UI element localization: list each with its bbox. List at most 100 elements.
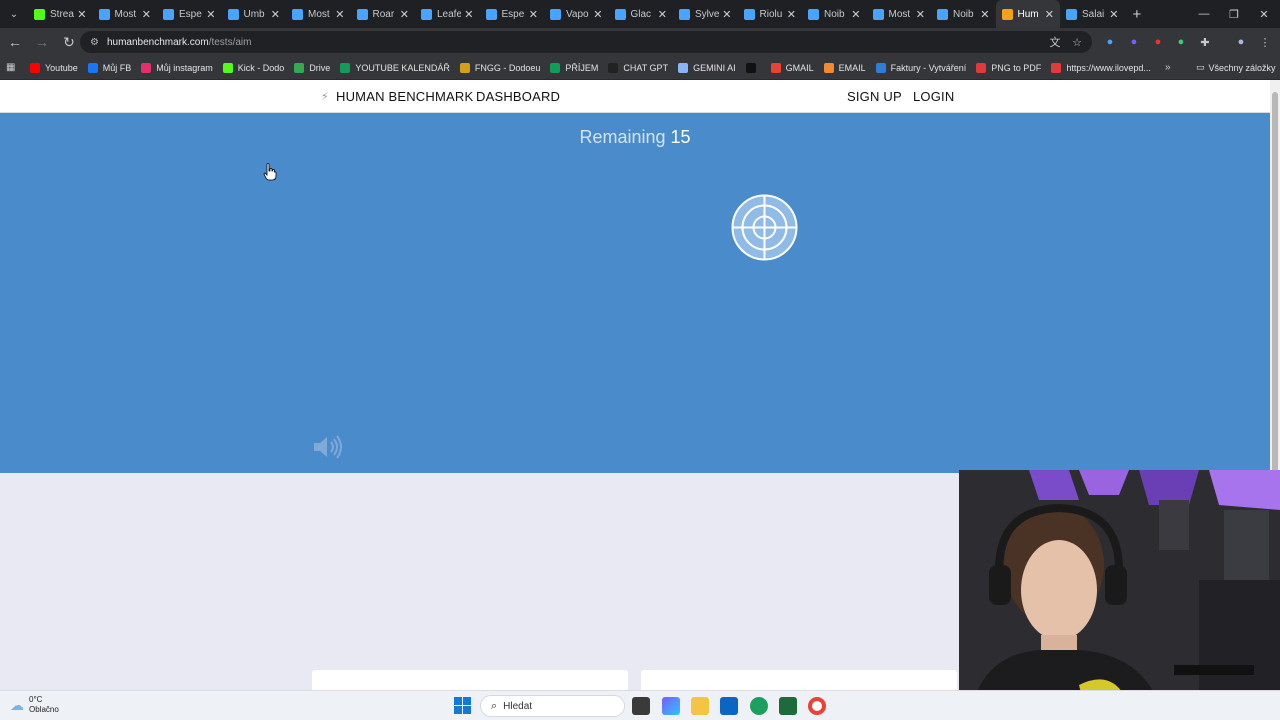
copilot-icon[interactable]	[662, 697, 680, 715]
excel-icon[interactable]	[779, 697, 797, 715]
browser-tab[interactable]: Salai ✕	[1060, 0, 1125, 28]
browser-tab[interactable]: Espe ✕	[157, 0, 222, 28]
bookmark-item[interactable]: YOUTUBE KALENDÁŘ	[340, 62, 450, 73]
extensions-puzzle-icon[interactable]: ✚	[1197, 34, 1213, 50]
browser-tab[interactable]: Glac ✕	[609, 0, 674, 28]
tab-title: Roar	[372, 8, 395, 20]
browser-tab[interactable]: Sylve ✕	[673, 0, 738, 28]
tab-title: Espe	[501, 8, 525, 20]
chrome-icon[interactable]	[808, 697, 826, 715]
bookmark-item[interactable]: https://www.ilovepd...	[1051, 62, 1151, 73]
extension-icon[interactable]: ●	[1173, 34, 1189, 50]
bookmark-item[interactable]: Faktury - Vytváření	[875, 62, 967, 73]
browser-tab[interactable]: Hum ✕	[995, 0, 1060, 28]
dashboard-link[interactable]: DASHBOARD	[476, 89, 560, 104]
bookmark-item[interactable]: CHAT GPT	[608, 62, 668, 73]
taskbar-search[interactable]: ⌕ Hledat	[480, 695, 625, 717]
bookmark-favicon-icon	[823, 62, 834, 73]
bookmark-item[interactable]: GEMINI AI	[678, 62, 736, 73]
browser-tab[interactable]: Most ✕	[93, 0, 158, 28]
bookmark-item[interactable]: EMAIL	[823, 62, 866, 73]
remaining-value: 15	[670, 127, 691, 147]
windows-start-icon[interactable]	[454, 697, 471, 714]
extension-icon[interactable]: ●	[1150, 34, 1166, 50]
browser-tab[interactable]: Most ✕	[867, 0, 932, 28]
tab-search-icon[interactable]: ⌄	[0, 0, 28, 28]
close-tab-icon[interactable]: ✕	[722, 8, 731, 21]
extension-icon[interactable]: ●	[1126, 34, 1142, 50]
browser-tab[interactable]: Noib ✕	[931, 0, 996, 28]
signup-link[interactable]: SIGN UP	[847, 89, 902, 104]
game-icon	[614, 8, 626, 20]
address-bar[interactable]: ⚙ humanbenchmark.com/tests/aim	[80, 31, 1092, 53]
maximize-icon[interactable]: ❐	[1218, 0, 1250, 28]
sound-icon[interactable]	[312, 434, 344, 460]
bookmark-item[interactable]	[745, 62, 761, 73]
all-bookmarks-folder[interactable]: ▭ Všechny záložky	[1196, 62, 1276, 73]
bookmark-item[interactable]: FNGG - Dodoeu	[459, 62, 540, 73]
close-tab-icon[interactable]: ✕	[1045, 8, 1054, 21]
close-tab-icon[interactable]: ✕	[335, 8, 344, 21]
new-tab-icon[interactable]: +	[1133, 6, 1142, 23]
weather-widget[interactable]: ☁ 0°C Oblačno	[10, 695, 59, 715]
browser-tab[interactable]: Noib ✕	[802, 0, 867, 28]
apps-grid-icon[interactable]: ▦	[6, 62, 20, 73]
close-tab-icon[interactable]: ✕	[529, 8, 538, 21]
extension-icon[interactable]: ●	[1102, 34, 1118, 50]
bookmark-item[interactable]: PNG to PDF	[976, 62, 1041, 73]
edge-icon[interactable]	[750, 697, 768, 715]
bookmark-item[interactable]: Můj FB	[87, 62, 131, 73]
bookmark-item[interactable]: Můj instagram	[141, 62, 213, 73]
close-tab-icon[interactable]: ✕	[206, 8, 215, 21]
close-tab-icon[interactable]: ✕	[77, 8, 86, 21]
more-menu-icon[interactable]: ⋮	[1257, 34, 1273, 50]
close-tab-icon[interactable]: ✕	[658, 8, 667, 21]
bookmark-star-icon[interactable]: ☆	[1069, 34, 1085, 50]
browser-tab[interactable]: Riolu ✕	[738, 0, 803, 28]
game-icon	[356, 8, 368, 20]
login-link[interactable]: LOGIN	[913, 89, 954, 104]
aim-trainer-area[interactable]: Remaining 15	[0, 113, 1270, 473]
translate-icon[interactable]: 文	[1047, 34, 1063, 50]
scrollbar-thumb[interactable]	[1272, 92, 1278, 522]
bookmark-item[interactable]: PŘÍJEM	[550, 62, 598, 73]
bookmark-item[interactable]: Kick - Dodo	[222, 62, 284, 73]
back-icon[interactable]: ←	[3, 30, 27, 54]
close-tab-icon[interactable]: ✕	[400, 8, 409, 21]
forward-icon[interactable]: →	[30, 30, 54, 54]
close-tab-icon[interactable]: ✕	[142, 8, 151, 21]
browser-tab[interactable]: Roar ✕	[351, 0, 416, 28]
brand-link[interactable]: HUMAN BENCHMARK	[336, 89, 473, 104]
close-tab-icon[interactable]: ✕	[916, 8, 925, 21]
bookmark-favicon-icon	[294, 62, 305, 73]
game-icon	[163, 8, 174, 20]
close-tab-icon[interactable]: ✕	[1109, 8, 1118, 21]
bookmark-label: Faktury - Vytváření	[890, 62, 967, 73]
aim-target[interactable]	[731, 194, 798, 261]
close-tab-icon[interactable]: ✕	[593, 8, 602, 21]
site-info-icon[interactable]: ⚙	[90, 37, 99, 48]
task-view-icon[interactable]	[632, 697, 650, 715]
close-tab-icon[interactable]: ✕	[851, 8, 860, 21]
profile-avatar-icon[interactable]: ●	[1233, 34, 1249, 50]
reload-icon[interactable]: ↻	[57, 30, 81, 54]
browser-tab[interactable]: Vapo ✕	[544, 0, 609, 28]
close-tab-icon[interactable]: ✕	[271, 8, 280, 21]
file-explorer-icon[interactable]	[691, 697, 709, 715]
browser-tab[interactable]: Most ✕	[286, 0, 351, 28]
browser-tab[interactable]: Umb ✕	[222, 0, 287, 28]
bookmark-item[interactable]: GMAIL	[770, 62, 814, 73]
close-tab-icon[interactable]: ✕	[980, 8, 989, 21]
close-tab-icon[interactable]: ✕	[464, 8, 473, 21]
minimize-icon[interactable]: —	[1188, 0, 1220, 28]
more-bookmarks-icon[interactable]: »	[1165, 62, 1171, 73]
close-tab-icon[interactable]: ✕	[787, 8, 796, 21]
outlook-icon[interactable]	[720, 697, 738, 715]
browser-tab[interactable]: Leafe ✕	[415, 0, 480, 28]
close-window-icon[interactable]: ✕	[1248, 0, 1280, 28]
browser-tab[interactable]: Strea ✕	[28, 0, 93, 28]
bookmark-favicon-icon	[770, 62, 781, 73]
browser-tab[interactable]: Espe ✕	[480, 0, 545, 28]
bookmark-item[interactable]: Drive	[294, 62, 330, 73]
bookmark-item[interactable]: Youtube	[30, 62, 78, 73]
